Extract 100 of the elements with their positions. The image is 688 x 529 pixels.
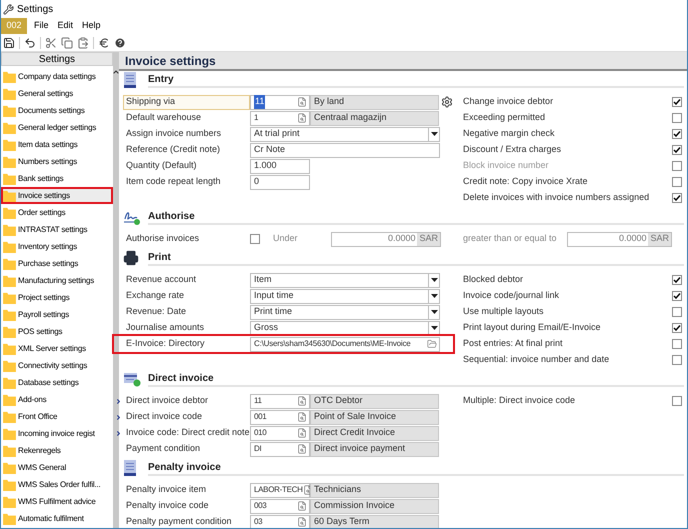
checkbox[interactable] <box>672 323 682 333</box>
sidebar-item[interactable]: Manufacturing settings <box>1 272 113 289</box>
checkbox[interactable] <box>672 177 682 187</box>
sidebar-item[interactable]: Payroll settings <box>1 306 113 323</box>
sidebar-item[interactable]: XML Server settings <box>1 340 113 357</box>
sidebar-item[interactable]: WMS General <box>1 459 113 476</box>
checkbox[interactable] <box>672 291 682 301</box>
menu-item[interactable]: Help <box>82 19 101 33</box>
sidebar-item[interactable]: Inventory settings <box>1 238 113 255</box>
search-icon[interactable] <box>297 97 307 107</box>
sidebar-item[interactable]: Automatic fulfilment <box>1 510 113 527</box>
folder-icon <box>3 224 16 236</box>
search-icon[interactable] <box>297 428 307 438</box>
code-field[interactable]: 001 <box>250 410 310 424</box>
code-field[interactable]: 1 <box>250 110 310 126</box>
sidebar-item[interactable]: POS settings <box>1 323 113 340</box>
sidebar-item[interactable]: Company data settings <box>1 68 113 85</box>
checkbox[interactable] <box>672 193 682 203</box>
scroll-up-icon[interactable] <box>112 68 120 76</box>
search-icon[interactable] <box>297 396 307 406</box>
expand-icon[interactable] <box>115 430 122 436</box>
sidebar-item[interactable]: General settings <box>1 85 113 102</box>
search-icon[interactable] <box>297 517 307 527</box>
search-icon[interactable] <box>297 444 307 454</box>
dropdown[interactable]: Gross <box>250 320 440 336</box>
under-label: Under <box>273 232 299 246</box>
undo-icon[interactable] <box>24 36 36 48</box>
dropdown[interactable]: Item <box>250 272 440 288</box>
sidebar-item[interactable]: Incoming invoice regist <box>1 425 113 442</box>
sidebar-item[interactable]: Database settings <box>1 374 113 391</box>
expand-icon[interactable] <box>115 398 122 404</box>
save-icon[interactable] <box>3 36 15 48</box>
sidebar-item[interactable]: Numbers settings <box>1 153 113 170</box>
settings-icon[interactable] <box>441 96 453 108</box>
code-field[interactable]: 003 <box>250 498 310 514</box>
paste-icon[interactable] <box>77 36 89 48</box>
sidebar-item[interactable]: Add-ons <box>1 391 113 408</box>
checkbox[interactable] <box>672 129 682 139</box>
dropdown[interactable]: At trial print <box>250 126 440 142</box>
checkbox[interactable] <box>672 97 682 107</box>
number-field[interactable]: 0 <box>250 174 310 190</box>
document-icon <box>123 72 137 88</box>
currency-icon[interactable] <box>98 36 110 48</box>
field-label: Revenue: Date <box>125 305 186 318</box>
option-label: Invoice code/journal link <box>463 289 560 302</box>
option-label: Negative margin check <box>463 127 555 140</box>
folder-icon[interactable] <box>427 339 437 349</box>
sidebar-item[interactable]: Item data settings <box>1 136 113 153</box>
search-icon[interactable] <box>297 113 307 123</box>
help-icon[interactable] <box>114 36 126 48</box>
sidebar-item[interactable]: Rekenregels <box>1 442 113 459</box>
sidebar-item[interactable]: Order settings <box>1 204 113 221</box>
sidebar-item[interactable]: Connectivity settings <box>1 357 113 374</box>
folder-icon <box>3 410 16 422</box>
code-field[interactable]: 11 <box>250 94 310 110</box>
dropdown-arrow-icon <box>430 326 438 330</box>
search-icon[interactable] <box>302 485 313 495</box>
code-field[interactable]: LABOR-TECH <box>250 482 310 498</box>
search-icon[interactable] <box>297 412 307 422</box>
folder-icon <box>3 258 16 270</box>
tools-icon <box>3 4 14 14</box>
menu-item[interactable]: File <box>34 19 49 33</box>
copy-icon[interactable] <box>61 36 73 48</box>
sidebar-item[interactable]: Project settings <box>1 289 113 306</box>
checkbox[interactable] <box>672 275 682 285</box>
expand-icon[interactable] <box>115 414 122 420</box>
number-field[interactable]: 1.000 <box>250 158 310 174</box>
field-label: E-Invoice: Directory <box>125 337 205 350</box>
code-field[interactable]: 03 <box>250 514 310 528</box>
checkbox[interactable] <box>672 355 682 365</box>
code-value: 11 <box>254 395 262 407</box>
cut-icon[interactable] <box>45 36 57 48</box>
text-field[interactable]: Cr Note <box>250 142 440 158</box>
checkbox[interactable] <box>672 307 682 317</box>
sidebar-item[interactable]: Front Office <box>1 408 113 425</box>
sidebar-item[interactable]: INTRASTAT settings <box>1 221 113 238</box>
checkbox[interactable] <box>672 113 682 123</box>
code-field[interactable]: DI <box>250 442 310 456</box>
sidebar-item[interactable]: Bank settings <box>1 170 113 187</box>
checkbox[interactable] <box>672 145 682 155</box>
checkbox[interactable] <box>250 234 260 244</box>
directory-field[interactable]: C:\Users\sham345630\Documents\ME-Invoice <box>250 336 440 352</box>
dropdown[interactable]: Print time <box>250 304 440 320</box>
code-field[interactable]: 010 <box>250 426 310 440</box>
code-value: 003 <box>254 500 266 512</box>
checkbox[interactable] <box>672 339 682 349</box>
section-title: Authorise <box>148 210 195 224</box>
sidebar-item[interactable]: Purchase settings <box>1 255 113 272</box>
checkbox[interactable] <box>672 396 682 406</box>
sidebar-item[interactable]: WMS Fulfilment advice <box>1 493 113 510</box>
sidebar-item[interactable]: Documents settings <box>1 102 113 119</box>
sidebar-item[interactable]: WMS Sales Order fulfil... <box>1 476 113 493</box>
sidebar-item[interactable]: General ledger settings <box>1 119 113 136</box>
code-field[interactable]: 11 <box>250 394 310 408</box>
search-icon[interactable] <box>297 501 307 511</box>
option-label: Block invoice number <box>463 159 549 172</box>
menu-item[interactable]: Edit <box>58 19 74 33</box>
sidebar-item[interactable]: Invoice settings <box>1 187 113 204</box>
dropdown[interactable]: Input time <box>250 288 440 304</box>
folder-icon <box>3 376 16 388</box>
